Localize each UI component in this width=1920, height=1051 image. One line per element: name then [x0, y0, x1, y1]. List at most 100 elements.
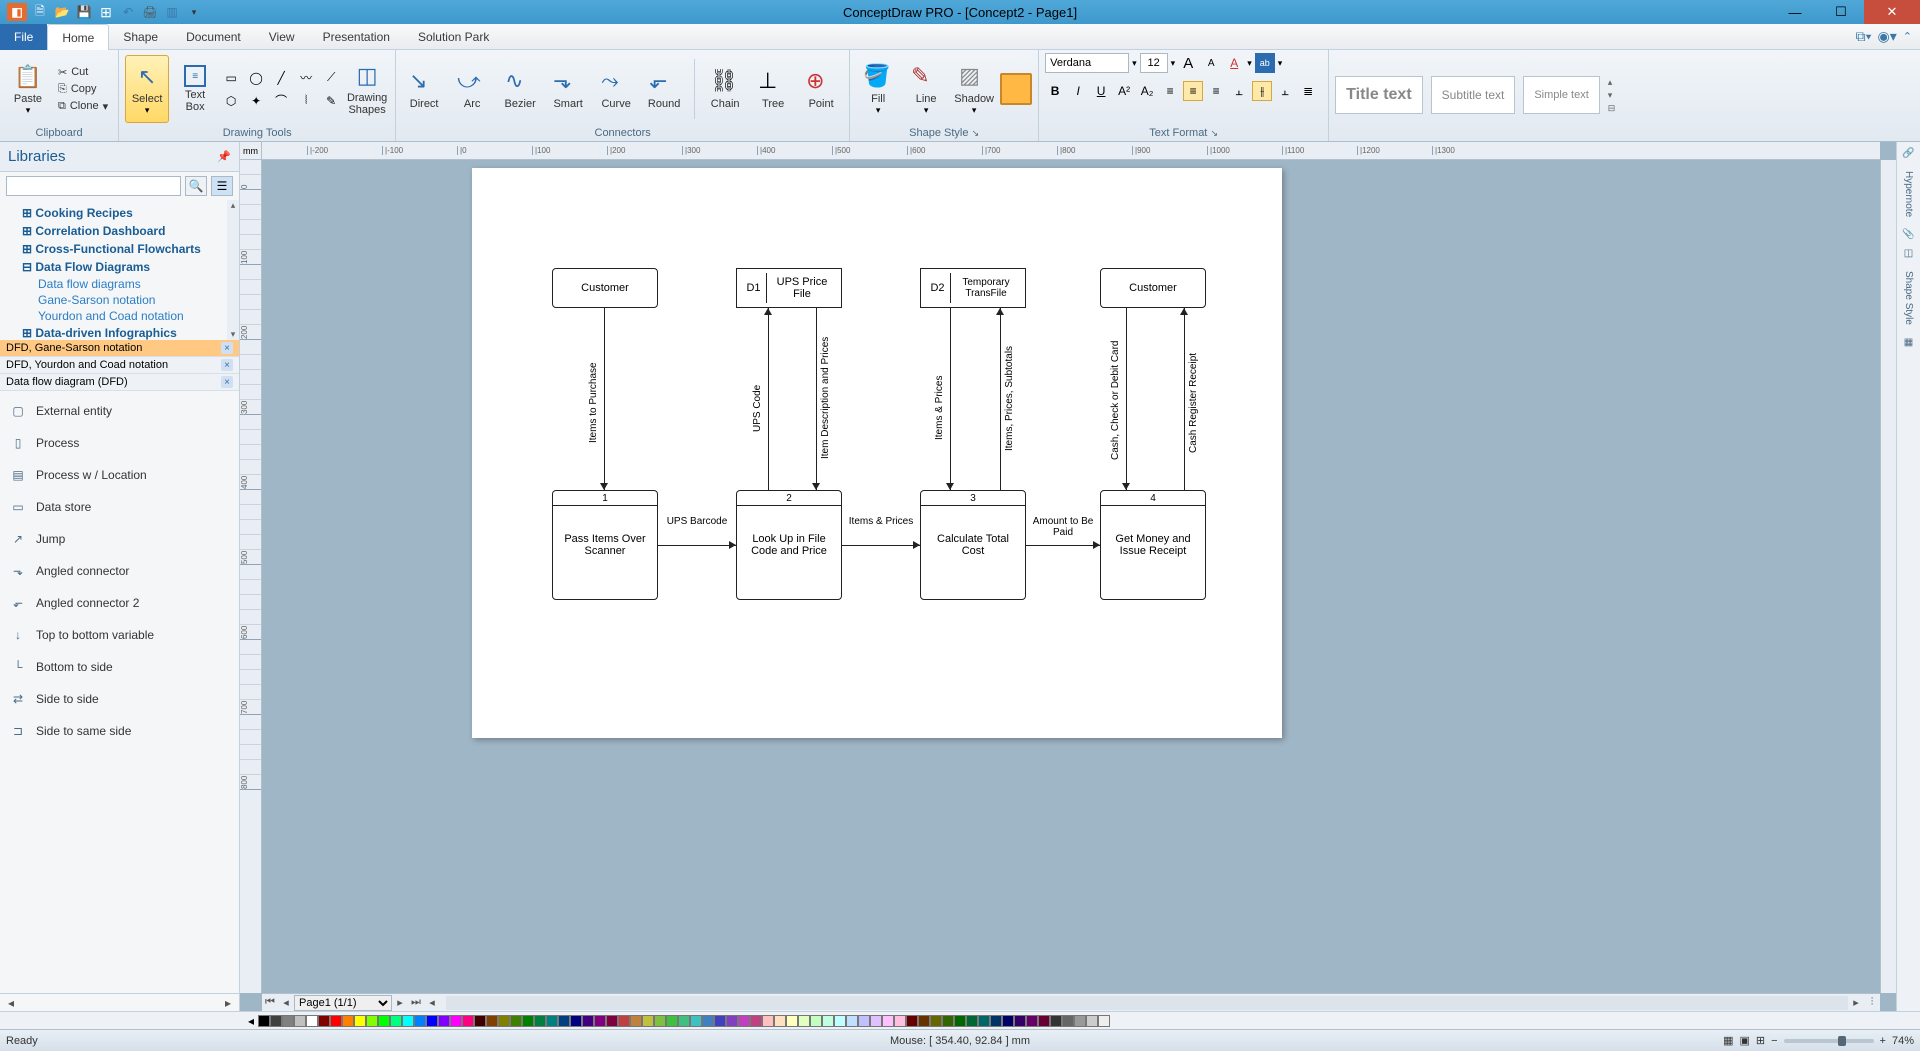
hscroll-left-icon[interactable]: ◂: [424, 996, 440, 1009]
color-swatch[interactable]: [858, 1015, 870, 1027]
color-swatch[interactable]: [954, 1015, 966, 1027]
page-prev-icon[interactable]: ◂: [278, 996, 294, 1009]
conn-smart[interactable]: ⬎Smart: [546, 68, 590, 110]
hscroll-right-icon[interactable]: ▸: [1848, 996, 1864, 1009]
color-prev-icon[interactable]: ◂: [248, 1014, 254, 1028]
style-down-icon[interactable]: ▾: [1608, 90, 1616, 101]
flow-arrow[interactable]: [768, 308, 769, 490]
shape-freehand-icon[interactable]: ✎: [321, 91, 341, 111]
color-swatch[interactable]: [258, 1015, 270, 1027]
color-swatch[interactable]: [738, 1015, 750, 1027]
tree-item[interactable]: ⊞ Cross-Functional Flowcharts: [6, 240, 233, 258]
qat-app-icon[interactable]: ◧: [7, 3, 27, 21]
shape-datastore[interactable]: ▭Data store: [0, 491, 239, 523]
copy-button[interactable]: ⎘Copy: [54, 82, 112, 97]
underline-icon[interactable]: U: [1091, 81, 1111, 101]
flow-arrow[interactable]: [658, 545, 736, 546]
line-spacing-icon[interactable]: ≣: [1298, 81, 1318, 101]
cut-button[interactable]: ✂Cut: [54, 65, 112, 80]
entity-d2[interactable]: D2 Temporary TransFile: [920, 268, 1026, 308]
color-swatch[interactable]: [702, 1015, 714, 1027]
minimize-button[interactable]: —: [1772, 0, 1818, 24]
paste-button[interactable]: 📋 Paste ▾: [6, 55, 50, 123]
color-swatch[interactable]: [414, 1015, 426, 1027]
color-swatch[interactable]: [678, 1015, 690, 1027]
align-right-icon[interactable]: ≡: [1206, 81, 1226, 101]
align-left-icon[interactable]: ≡: [1160, 81, 1180, 101]
flow-arrow[interactable]: [1026, 545, 1100, 546]
color-swatch[interactable]: [966, 1015, 978, 1027]
layers-icon[interactable]: ▦: [1904, 337, 1913, 348]
qat-export-icon[interactable]: ▥: [163, 3, 181, 21]
tree-subitem[interactable]: Yourdon and Coad notation: [6, 308, 233, 324]
color-swatch[interactable]: [534, 1015, 546, 1027]
library-view-icon[interactable]: ☰: [211, 176, 233, 196]
close-button[interactable]: ✕: [1864, 0, 1920, 24]
fill-button[interactable]: 🪣Fill▾: [856, 63, 900, 116]
window-mode-icon[interactable]: ⧉▾: [1856, 28, 1872, 45]
line-button[interactable]: ✎Line▾: [904, 63, 948, 116]
italic-icon[interactable]: I: [1068, 81, 1088, 101]
qat-print-icon[interactable]: 🖨: [141, 3, 159, 21]
zoom-level[interactable]: 74%: [1892, 1035, 1914, 1047]
shape-jump[interactable]: ↗Jump: [0, 523, 239, 555]
color-swatch[interactable]: [426, 1015, 438, 1027]
view-mode-present-icon[interactable]: ▣: [1739, 1034, 1749, 1047]
color-swatch[interactable]: [342, 1015, 354, 1027]
pin-icon[interactable]: 📌: [217, 150, 231, 163]
file-menu[interactable]: File: [0, 24, 47, 50]
color-swatch[interactable]: [1086, 1015, 1098, 1027]
flow-arrow[interactable]: [842, 545, 920, 546]
color-swatch[interactable]: [510, 1015, 522, 1027]
tree-item[interactable]: ⊟ Data Flow Diagrams: [6, 258, 233, 276]
color-swatch[interactable]: [942, 1015, 954, 1027]
qat-mswin-icon[interactable]: ⊞: [97, 3, 115, 21]
color-swatch[interactable]: [378, 1015, 390, 1027]
color-swatch[interactable]: [1014, 1015, 1026, 1027]
conn-tree[interactable]: ⊥Tree: [751, 68, 795, 110]
tree-subitem[interactable]: Gane-Sarson notation: [6, 292, 233, 308]
color-swatch[interactable]: [318, 1015, 330, 1027]
ruler-horizontal[interactable]: |-200|-100|0|100|200|300|400|500|600|700…: [262, 142, 1880, 160]
align-top-icon[interactable]: ⫠: [1229, 81, 1249, 101]
color-swatch[interactable]: [1098, 1015, 1110, 1027]
zoom-in-icon[interactable]: +: [1880, 1035, 1886, 1047]
process-4[interactable]: 4 Get Money and Issue Receipt: [1100, 490, 1206, 600]
process-3[interactable]: 3 Calculate Total Cost: [920, 490, 1026, 600]
tree-item[interactable]: ⊞ Correlation Dashboard: [6, 222, 233, 240]
tab-shape[interactable]: Shape: [109, 24, 172, 50]
qat-dropdown-icon[interactable]: ▾: [185, 3, 203, 21]
textbox-button[interactable]: ≡ Text Box: [173, 55, 217, 123]
highlight-icon[interactable]: ab: [1255, 53, 1275, 73]
title-text-preset[interactable]: Title text: [1335, 76, 1423, 114]
tab-document[interactable]: Document: [172, 24, 255, 50]
drawing-shapes-button[interactable]: ◫ Drawing Shapes: [345, 55, 389, 123]
tab-view[interactable]: View: [255, 24, 309, 50]
color-swatch[interactable]: [774, 1015, 786, 1027]
color-swatch[interactable]: [522, 1015, 534, 1027]
color-swatch[interactable]: [438, 1015, 450, 1027]
color-swatch[interactable]: [486, 1015, 498, 1027]
shape-zigzag-icon[interactable]: ⦚: [296, 91, 316, 111]
color-swatch[interactable]: [918, 1015, 930, 1027]
color-swatch[interactable]: [462, 1015, 474, 1027]
shape-star-icon[interactable]: ✦: [246, 91, 266, 111]
page-next-icon[interactable]: ▸: [392, 996, 408, 1009]
color-swatch[interactable]: [570, 1015, 582, 1027]
style-more-icon[interactable]: ⊟: [1608, 103, 1616, 114]
superscript-icon[interactable]: A²: [1114, 81, 1134, 101]
shape-angled-conn2[interactable]: ⬐Angled connector 2: [0, 587, 239, 619]
clip-icon[interactable]: 📎: [1902, 229, 1914, 240]
style-swatch[interactable]: [1000, 73, 1032, 105]
color-swatch[interactable]: [1050, 1015, 1062, 1027]
horizontal-scrollbar[interactable]: [446, 996, 1848, 1010]
conn-bezier[interactable]: ∿Bezier: [498, 68, 542, 110]
color-swatch[interactable]: [1038, 1015, 1050, 1027]
color-swatch[interactable]: [1074, 1015, 1086, 1027]
maximize-button[interactable]: ☐: [1818, 0, 1864, 24]
color-swatch[interactable]: [582, 1015, 594, 1027]
shape-ellipse-icon[interactable]: ◯: [246, 68, 266, 88]
conn-curve[interactable]: ⤳Curve: [594, 68, 638, 110]
shape-angled-conn[interactable]: ⬎Angled connector: [0, 555, 239, 587]
conn-point[interactable]: ⊕Point: [799, 68, 843, 110]
